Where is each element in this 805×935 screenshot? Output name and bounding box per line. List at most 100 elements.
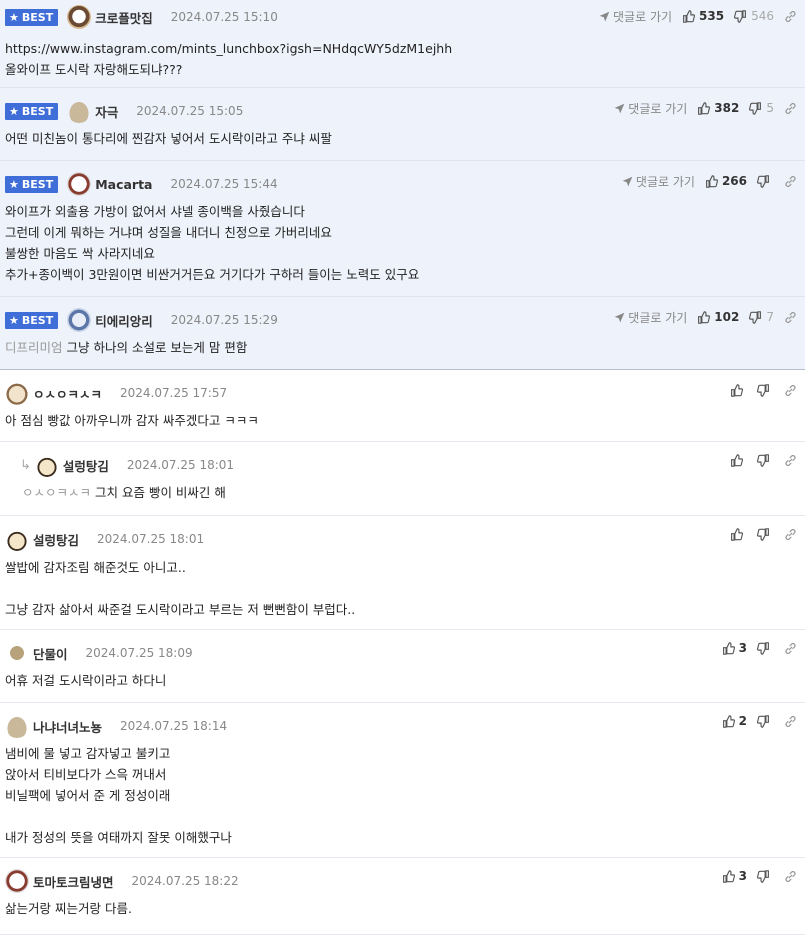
best-badge: ★ BEST bbox=[5, 102, 59, 120]
nickname[interactable]: 크로플맛집 bbox=[95, 8, 153, 27]
nickname[interactable]: 설렁탕김 bbox=[33, 530, 79, 549]
nickname[interactable]: 티에리앙리 bbox=[95, 311, 153, 330]
thumbs-up-icon bbox=[730, 527, 743, 541]
avatar[interactable] bbox=[67, 308, 92, 332]
upvote-button[interactable]: 3 bbox=[722, 641, 747, 655]
comment-line: 디프리미엄 그냥 하나의 소설로 보는게 맘 편함 bbox=[5, 340, 248, 355]
comment-date: 2024.07.25 18:09 bbox=[85, 646, 193, 660]
link-icon[interactable] bbox=[784, 10, 797, 23]
go-to-reply-link[interactable]: 댓글로 가기 bbox=[599, 8, 672, 25]
nickname[interactable]: 토마토크림냉면 bbox=[33, 872, 114, 891]
downvote-button[interactable]: 546 bbox=[734, 9, 774, 23]
thumbs-up-icon bbox=[697, 101, 711, 115]
avatar[interactable] bbox=[67, 5, 92, 29]
upvote-count: 3 bbox=[738, 641, 747, 655]
comment-body: 냄비에 물 넣고 감자넣고 불키고 앉아서 티비보다가 스윽 꺼내서 비닐팩에 넣어… bbox=[5, 743, 795, 848]
downvote-button[interactable] bbox=[757, 527, 774, 541]
link-icon[interactable] bbox=[784, 528, 797, 541]
upvote-button[interactable] bbox=[730, 527, 747, 541]
link-icon[interactable] bbox=[784, 102, 797, 115]
comment-line: 추가+종이백이 3만원이면 비싼거거든요 거기다가 구하러 들이는 노력도 있구… bbox=[5, 267, 420, 282]
comment-header: ★ BEST 크로플맛집 2024.07.25 15:10 bbox=[5, 5, 278, 29]
upvote-button[interactable]: 102 bbox=[697, 310, 739, 324]
upvote-button[interactable]: 382 bbox=[697, 101, 739, 115]
link-icon[interactable] bbox=[784, 454, 797, 467]
mention[interactable]: ㅇㅅㅇㅋㅅㅋ bbox=[22, 485, 91, 500]
thumbs-up-icon bbox=[722, 869, 735, 883]
best-badge: ★ BEST bbox=[5, 8, 59, 26]
comment-line: 어휴 저걸 도시락이라고 하다니 bbox=[5, 673, 167, 688]
downvote-button[interactable] bbox=[757, 383, 774, 397]
thumbs-down-icon bbox=[749, 101, 762, 115]
nickname[interactable]: Macarta bbox=[95, 177, 152, 192]
downvote-button[interactable]: 5 bbox=[749, 101, 774, 115]
send-icon bbox=[622, 176, 633, 187]
comment-header: 단물이 2024.07.25 18:09 bbox=[5, 641, 193, 665]
comment-body: 디프리미엄 그냥 하나의 소설로 보는게 맘 편함 bbox=[5, 337, 795, 358]
downvote-count: 7 bbox=[766, 310, 774, 324]
go-to-reply-link[interactable]: 댓글로 가기 bbox=[614, 100, 687, 117]
comment-body: 쌀밥에 감자조림 해준것도 아니고.. 그냥 감자 삶아서 싸준걸 도시락이라고… bbox=[5, 557, 795, 620]
comment-header: 나냐너녀노뇽 2024.07.25 18:14 bbox=[5, 714, 228, 738]
avatar[interactable] bbox=[5, 641, 29, 665]
link-icon[interactable] bbox=[784, 384, 797, 397]
thumbs-up-icon bbox=[722, 641, 735, 655]
link-icon[interactable] bbox=[784, 715, 797, 728]
thumbs-down-icon bbox=[757, 641, 770, 655]
downvote-button[interactable] bbox=[757, 641, 774, 655]
avatar[interactable] bbox=[5, 714, 29, 738]
downvote-button[interactable] bbox=[757, 174, 774, 188]
comment-date: 2024.07.25 18:14 bbox=[120, 719, 228, 733]
comment-header: ㅇㅅㅇㅋㅅㅋ 2024.07.25 17:57 bbox=[5, 381, 227, 405]
nickname[interactable]: ㅇㅅㅇㅋㅅㅋ bbox=[33, 384, 102, 403]
link-icon[interactable] bbox=[784, 642, 797, 655]
downvote-button[interactable] bbox=[757, 453, 774, 467]
send-icon bbox=[614, 312, 625, 323]
upvote-button[interactable]: 266 bbox=[705, 174, 747, 188]
star-icon: ★ bbox=[9, 10, 19, 24]
avatar[interactable] bbox=[5, 381, 29, 405]
comment-header: ★ BEST 자극 2024.07.25 15:05 bbox=[5, 99, 244, 123]
mention[interactable]: 디프리미엄 bbox=[5, 340, 63, 355]
upvote-button[interactable]: 2 bbox=[722, 714, 747, 728]
nickname[interactable]: 단물이 bbox=[33, 644, 68, 663]
comment-body: 어떤 미친놈이 통다리에 찐감자 넣어서 도시락이라고 주냐 씨팔 bbox=[5, 128, 795, 149]
thumbs-up-icon bbox=[730, 453, 743, 467]
go-to-reply-link[interactable]: 댓글로 가기 bbox=[614, 309, 687, 326]
comment-tools: 댓글로 가기 535 546 bbox=[599, 6, 797, 26]
comment-tools: 3 bbox=[722, 866, 797, 886]
comment-header: 토마토크림냉면 2024.07.25 18:22 bbox=[5, 869, 239, 893]
comment-date: 2024.07.25 15:05 bbox=[136, 104, 244, 118]
downvote-button[interactable]: 7 bbox=[749, 310, 774, 324]
link-icon[interactable] bbox=[784, 870, 797, 883]
thumbs-up-icon bbox=[682, 9, 696, 23]
comment-line: 그런데 이게 뭐하는 거냐며 성질을 내더니 친정으로 가버리네요 bbox=[5, 225, 332, 240]
avatar[interactable] bbox=[5, 869, 29, 893]
downvote-count: 546 bbox=[751, 9, 774, 23]
link-icon[interactable] bbox=[784, 175, 797, 188]
upvote-button[interactable]: 3 bbox=[722, 869, 747, 883]
upvote-button[interactable] bbox=[730, 383, 747, 397]
nickname[interactable]: 자극 bbox=[95, 102, 118, 121]
star-icon: ★ bbox=[9, 313, 19, 327]
comment-tools: 댓글로 가기 102 7 bbox=[614, 307, 797, 327]
thumbs-down-icon bbox=[734, 9, 747, 23]
comment-body: ㅇㅅㅇㅋㅅㅋ 그치 요즘 빵이 비싸긴 해 bbox=[22, 482, 795, 503]
comment-body: 아 점심 빵값 아까우니까 감자 싸주겠다고 ㅋㅋㅋ bbox=[5, 410, 795, 431]
avatar[interactable] bbox=[67, 99, 92, 123]
comment-line: 그냥 감자 삶아서 싸준걸 도시락이라고 부르는 저 뻔뻔함이 부럽다.. bbox=[5, 602, 356, 617]
upvote-button[interactable] bbox=[730, 453, 747, 467]
avatar[interactable] bbox=[34, 453, 59, 477]
avatar[interactable] bbox=[67, 172, 92, 196]
nickname[interactable]: 설렁탕김 bbox=[63, 456, 109, 475]
upvote-button[interactable]: 535 bbox=[682, 9, 724, 23]
downvote-button[interactable] bbox=[757, 714, 774, 728]
comment-tools bbox=[730, 450, 797, 470]
upvote-count: 102 bbox=[714, 310, 740, 324]
go-to-reply-link[interactable]: 댓글로 가기 bbox=[622, 173, 695, 190]
link-icon[interactable] bbox=[784, 311, 797, 324]
comment-tools: 댓글로 가기 382 5 bbox=[614, 98, 797, 118]
avatar[interactable] bbox=[5, 527, 29, 551]
nickname[interactable]: 나냐너녀노뇽 bbox=[33, 717, 102, 736]
downvote-button[interactable] bbox=[757, 869, 774, 883]
